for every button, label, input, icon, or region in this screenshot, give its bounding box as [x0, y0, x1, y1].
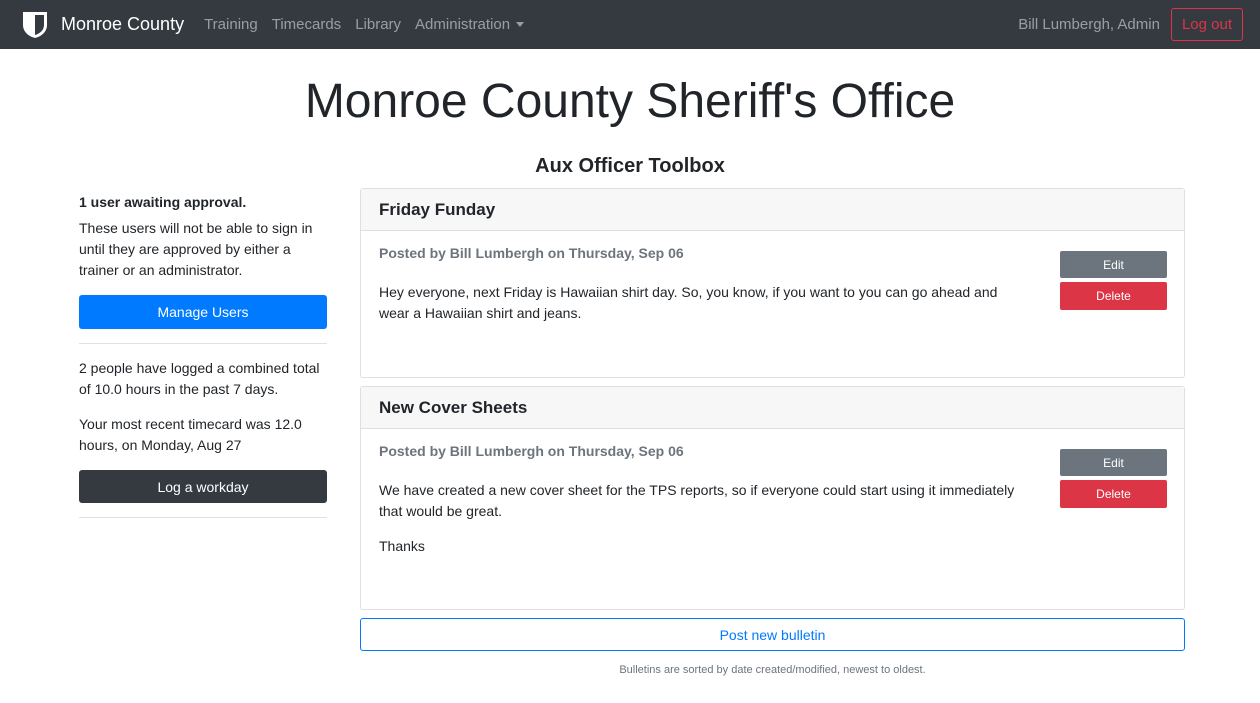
sidebar: 1 user awaiting approval. These users wi… — [79, 192, 327, 532]
delete-button[interactable]: Delete — [1060, 282, 1167, 310]
bulletin-actions: Edit Delete — [1060, 251, 1167, 310]
bulletin-card: New Cover Sheets Posted by Bill Lumbergh… — [360, 386, 1185, 610]
bulletin-actions: Edit Delete — [1060, 449, 1167, 508]
divider — [79, 343, 327, 344]
brand-link[interactable]: Monroe County — [22, 11, 184, 39]
manage-users-button[interactable]: Manage Users — [79, 295, 327, 329]
navbar: Monroe County Training Timecards Library… — [0, 0, 1260, 49]
current-user[interactable]: Bill Lumbergh, Admin — [1018, 16, 1160, 33]
post-new-bulletin-button[interactable]: Post new bulletin — [360, 618, 1185, 651]
nav-timecards[interactable]: Timecards — [272, 16, 341, 33]
nav-administration-dropdown[interactable]: Administration — [415, 16, 525, 33]
bulletin-title: New Cover Sheets — [361, 387, 1184, 429]
logout-button[interactable]: Log out — [1170, 8, 1243, 41]
recent-timecard: Your most recent timecard was 12.0 hours… — [79, 416, 302, 453]
page-title: Monroe County Sheriff's Office — [304, 75, 956, 128]
edit-button[interactable]: Edit — [1060, 251, 1167, 278]
bulletin-body: Posted by Bill Lumbergh on Thursday, Sep… — [361, 231, 1184, 324]
bulletin-title: Friday Funday — [361, 189, 1184, 231]
page-subtitle: Aux Officer Toolbox — [535, 155, 725, 177]
nav-training[interactable]: Training — [204, 16, 258, 33]
bulletin-paragraph: Hey everyone, next Friday is Hawaiian sh… — [379, 284, 998, 321]
chevron-down-icon — [516, 22, 525, 27]
shield-icon — [23, 11, 47, 38]
hours-summary: 2 people have logged a combined total of… — [79, 360, 320, 397]
brand-name: Monroe County — [61, 14, 185, 34]
edit-button[interactable]: Edit — [1060, 449, 1167, 476]
bulletin-posted-by: Posted by Bill Lumbergh on Thursday, Sep… — [379, 443, 684, 459]
nav-administration-label: Administration — [415, 16, 511, 33]
bulletin-posted-by: Posted by Bill Lumbergh on Thursday, Sep… — [379, 245, 684, 261]
bulletin-paragraph: We have created a new cover sheet for th… — [379, 482, 1015, 519]
approval-text: These users will not be able to sign in … — [79, 220, 313, 278]
bulletin-text: We have created a new cover sheet for th… — [379, 480, 1029, 557]
nav-library[interactable]: Library — [355, 16, 401, 33]
delete-button[interactable]: Delete — [1060, 480, 1167, 508]
bulletin-body: Posted by Bill Lumbergh on Thursday, Sep… — [361, 429, 1184, 557]
log-workday-button[interactable]: Log a workday — [79, 470, 327, 503]
sort-note: Bulletins are sorted by date created/mod… — [619, 664, 926, 676]
nav-links: Training Timecards Library Administratio… — [204, 16, 538, 33]
bulletin-list: Friday Funday Posted by Bill Lumbergh on… — [360, 188, 1185, 676]
bulletin-text: Hey everyone, next Friday is Hawaiian sh… — [379, 282, 1029, 324]
bulletin-card: Friday Funday Posted by Bill Lumbergh on… — [360, 188, 1185, 378]
nav-user-area: Bill Lumbergh, Admin Log out — [1018, 8, 1243, 41]
bulletin-paragraph: Thanks — [379, 538, 425, 554]
divider — [79, 517, 327, 518]
approval-title: 1 user awaiting approval. — [79, 194, 247, 210]
